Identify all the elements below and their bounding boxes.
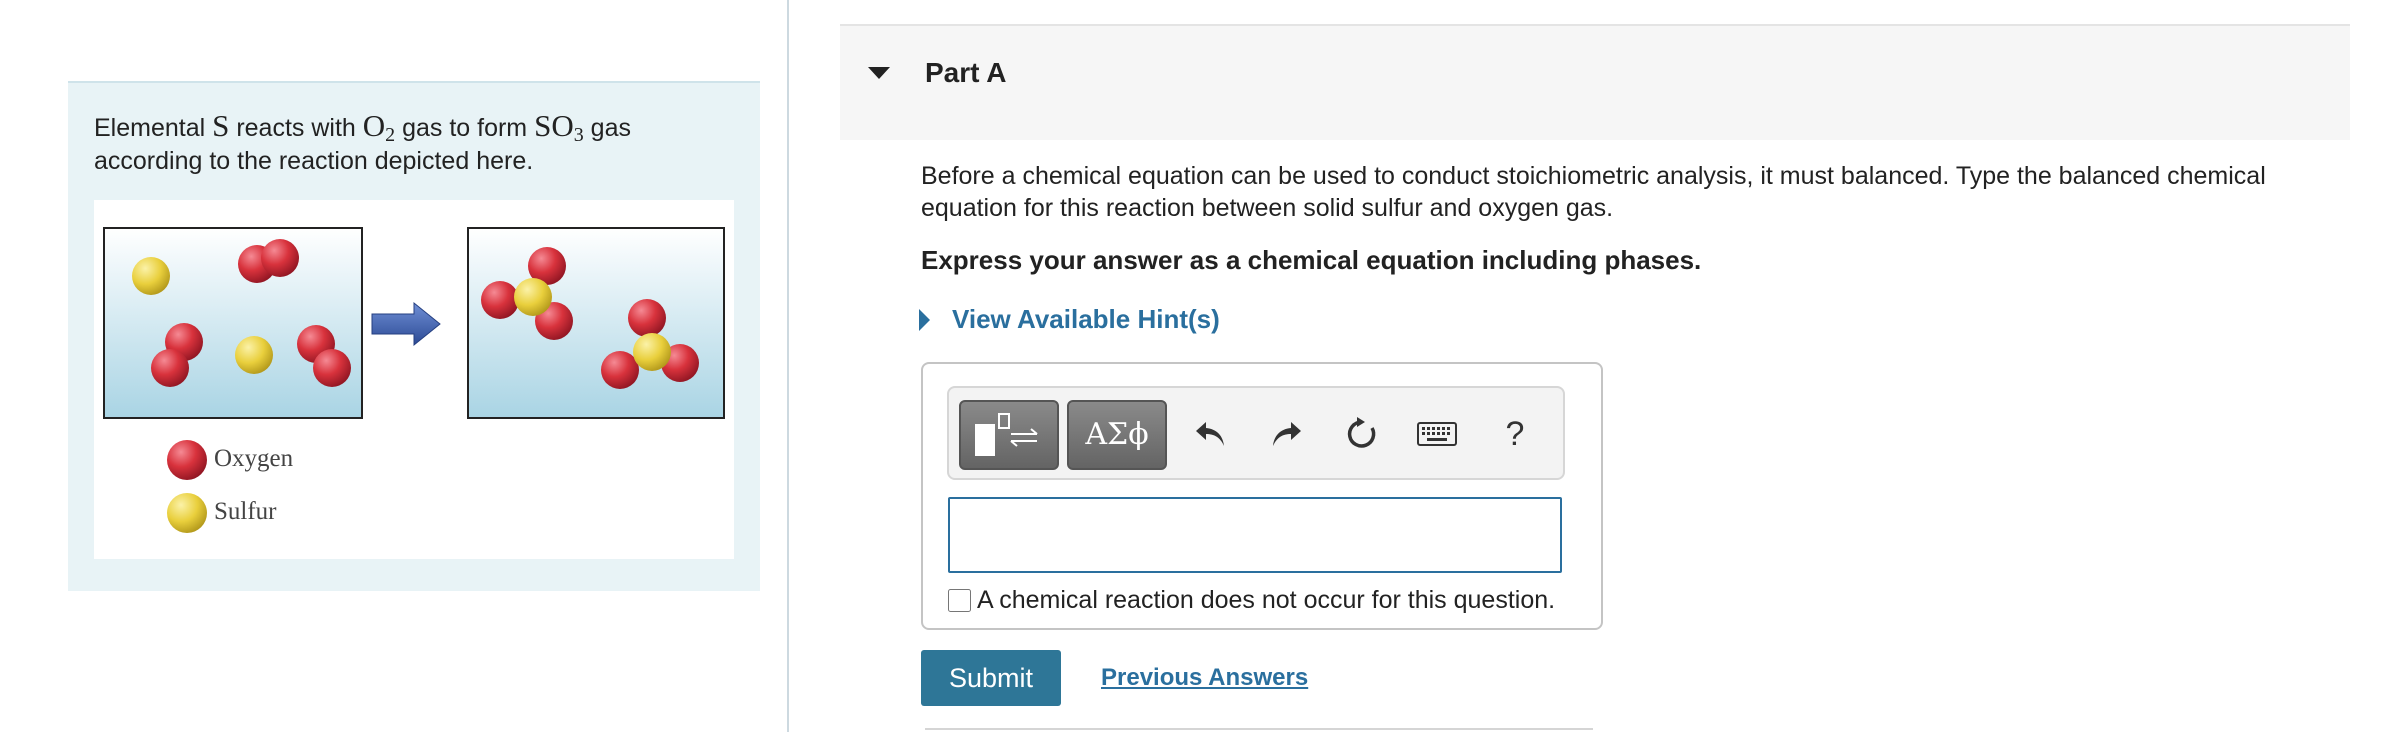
submit-button[interactable]: Submit <box>921 650 1061 706</box>
sulfur-atom <box>132 257 170 295</box>
sulfur-atom <box>633 333 671 371</box>
redo-icon[interactable] <box>1262 410 1310 458</box>
equation-toolbar: ΑΣϕ ? <box>947 386 1565 480</box>
legend-label-oxygen: Oxygen <box>214 445 294 472</box>
oxygen-atom <box>628 299 666 337</box>
oxygen-atom <box>151 349 189 387</box>
templates-icon <box>975 413 1038 456</box>
problem-intro-text: Elemental S reacts with O2 gas to form S… <box>94 108 631 175</box>
equation-input[interactable] <box>948 497 1562 573</box>
previous-answers-link[interactable]: Previous Answers <box>1101 664 1308 692</box>
part-title: Part A <box>925 57 1007 88</box>
help-icon[interactable]: ? <box>1491 410 1539 458</box>
reset-icon[interactable] <box>1337 410 1385 458</box>
part-a-header[interactable]: Part A <box>840 24 2350 140</box>
legend-label-sulfur: Sulfur <box>214 498 277 525</box>
no-reaction-label[interactable]: A chemical reaction does not occur for t… <box>977 586 1555 615</box>
keyboard-icon[interactable] <box>1413 410 1461 458</box>
answer-area: ΑΣϕ ? A chemical reaction does not occur… <box>921 362 1603 630</box>
problem-intro-panel: Elemental S reacts with O2 gas to form S… <box>68 81 760 591</box>
greek-symbols-button[interactable]: ΑΣϕ <box>1067 400 1167 470</box>
reactant-box <box>103 227 363 419</box>
panel-divider <box>787 0 789 732</box>
oxygen-atom <box>313 349 351 387</box>
reaction-diagram: Oxygen Sulfur <box>103 227 725 533</box>
reaction-arrow <box>371 301 441 347</box>
sulfur-legend-icon <box>167 493 207 533</box>
reaction-figure: Oxygen Sulfur <box>94 200 734 559</box>
view-hints-toggle[interactable]: View Available Hint(s) <box>919 304 1220 335</box>
expand-caret-icon[interactable] <box>919 308 930 331</box>
section-divider <box>925 728 1593 730</box>
question-text: Before a chemical equation can be used t… <box>921 162 2266 222</box>
oxygen-atom <box>261 239 299 277</box>
sulfur-atom <box>235 336 273 374</box>
product-box <box>467 227 725 419</box>
no-reaction-option[interactable]: A chemical reaction does not occur for t… <box>948 586 1555 615</box>
collapse-caret-icon[interactable] <box>868 67 890 79</box>
view-hints-label[interactable]: View Available Hint(s) <box>952 304 1220 335</box>
no-reaction-checkbox[interactable] <box>948 589 971 612</box>
oxygen-legend-icon <box>167 440 207 480</box>
oxygen-atom <box>601 351 639 389</box>
undo-icon[interactable] <box>1187 410 1235 458</box>
answer-instruction: Express your answer as a chemical equati… <box>921 245 1702 275</box>
oxygen-atom <box>481 281 519 319</box>
templates-button[interactable] <box>959 400 1059 470</box>
sulfur-atom <box>514 278 552 316</box>
